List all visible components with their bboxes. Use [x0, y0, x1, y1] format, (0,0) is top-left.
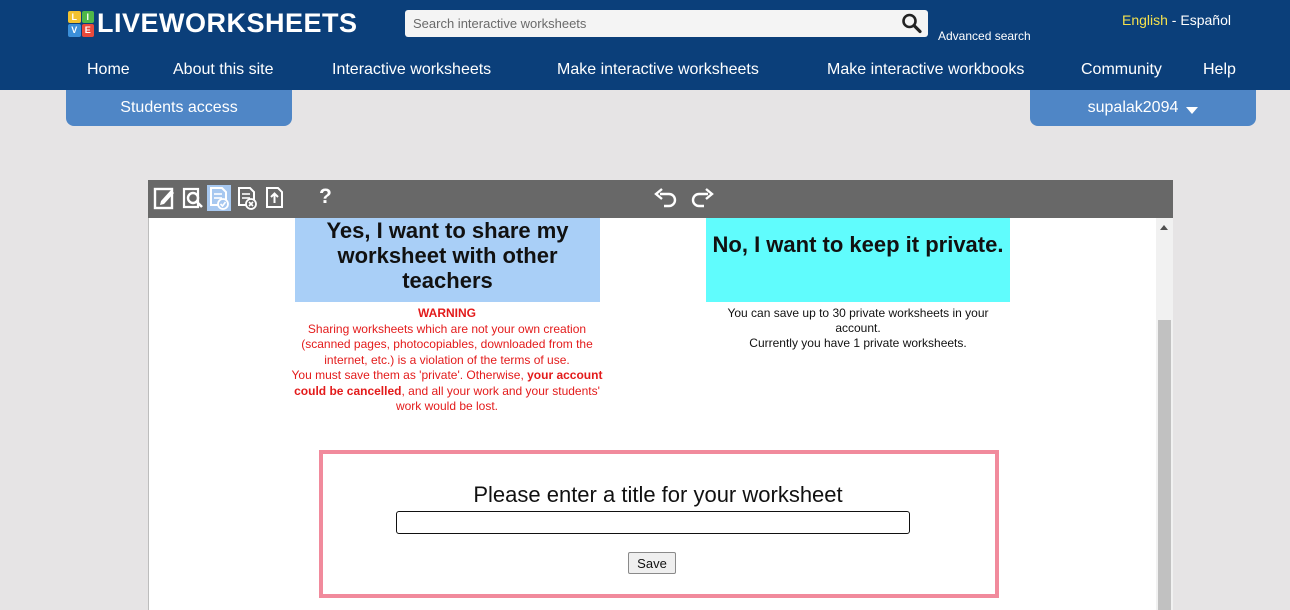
warning-line2: You must save them as 'private'. Otherwi…	[291, 368, 528, 382]
scroll-thumb[interactable]	[1158, 320, 1171, 610]
warning-body: Sharing worksheets which are not your ow…	[301, 321, 593, 367]
title-form-label: Please enter a title for your worksheet	[473, 482, 843, 507]
save-button[interactable]: Save	[628, 552, 676, 574]
top-bar: L I V E LIVEWORKSHEETS Advanced search E…	[0, 0, 1290, 90]
vertical-scrollbar[interactable]	[1156, 218, 1173, 610]
nav-about[interactable]: About this site	[173, 61, 274, 79]
upload-icon[interactable]	[263, 185, 287, 211]
edit-icon[interactable]	[153, 185, 177, 211]
chevron-down-icon	[1186, 106, 1199, 114]
logo-badge-letter: E	[81, 24, 94, 37]
nav-make-workbooks[interactable]: Make interactive workbooks	[827, 61, 1024, 79]
preview-icon[interactable]	[181, 185, 205, 211]
private-info-line2: Currently you have 1 private worksheets.	[749, 336, 967, 350]
undo-icon[interactable]	[653, 186, 679, 210]
share-worksheet-option[interactable]: Yes, I want to share my worksheet with o…	[295, 218, 600, 302]
logo-badge-letter: I	[81, 10, 94, 23]
site-logo[interactable]: L I V E LIVEWORKSHEETS	[68, 8, 358, 39]
share-warning: WARNING Sharing worksheets which are not…	[287, 306, 607, 415]
language-spanish-link[interactable]: Español	[1180, 12, 1231, 28]
logo-badge-letter: L	[68, 10, 81, 23]
students-access-label: Students access	[120, 99, 238, 116]
scroll-up-icon[interactable]	[1160, 225, 1168, 230]
warning-line3: , and all your work and your students' w…	[395, 383, 600, 414]
nav-interactive-worksheets[interactable]: Interactive worksheets	[332, 61, 491, 79]
editor-toolbar: ?	[148, 180, 1173, 218]
help-icon[interactable]: ?	[319, 185, 332, 209]
private-worksheet-option[interactable]: No, I want to keep it private.	[706, 218, 1010, 302]
worksheet-title-field	[396, 511, 910, 534]
logo-text: LIVEWORKSHEETS	[97, 8, 358, 38]
students-access-tab[interactable]: Students access	[66, 90, 292, 126]
username-label: supalak2094	[1087, 99, 1179, 116]
search-bar	[405, 10, 928, 37]
warning-title: WARNING	[418, 306, 476, 320]
nav-make-worksheets[interactable]: Make interactive worksheets	[557, 61, 759, 79]
search-input[interactable]	[405, 10, 895, 37]
save-check-icon[interactable]	[207, 185, 231, 211]
private-info-line1: You can save up to 30 private worksheets…	[727, 306, 989, 335]
advanced-search-link[interactable]: Advanced search	[938, 29, 1031, 43]
redo-icon[interactable]	[689, 186, 715, 210]
logo-badge-icon: L I V E	[68, 10, 94, 37]
delete-icon[interactable]	[235, 185, 259, 211]
language-switcher: English - Español	[1122, 12, 1231, 28]
private-info: You can save up to 30 private worksheets…	[706, 306, 1010, 351]
nav-community[interactable]: Community	[1081, 61, 1162, 79]
user-menu-tab[interactable]: supalak2094	[1030, 90, 1256, 126]
language-english-link[interactable]: English	[1122, 12, 1168, 28]
nav-help[interactable]: Help	[1203, 61, 1236, 79]
language-separator: -	[1167, 12, 1181, 28]
logo-badge-letter: V	[68, 24, 81, 37]
search-icon[interactable]	[900, 12, 924, 35]
worksheet-title-input[interactable]	[397, 512, 909, 533]
nav-home[interactable]: Home	[87, 61, 130, 79]
